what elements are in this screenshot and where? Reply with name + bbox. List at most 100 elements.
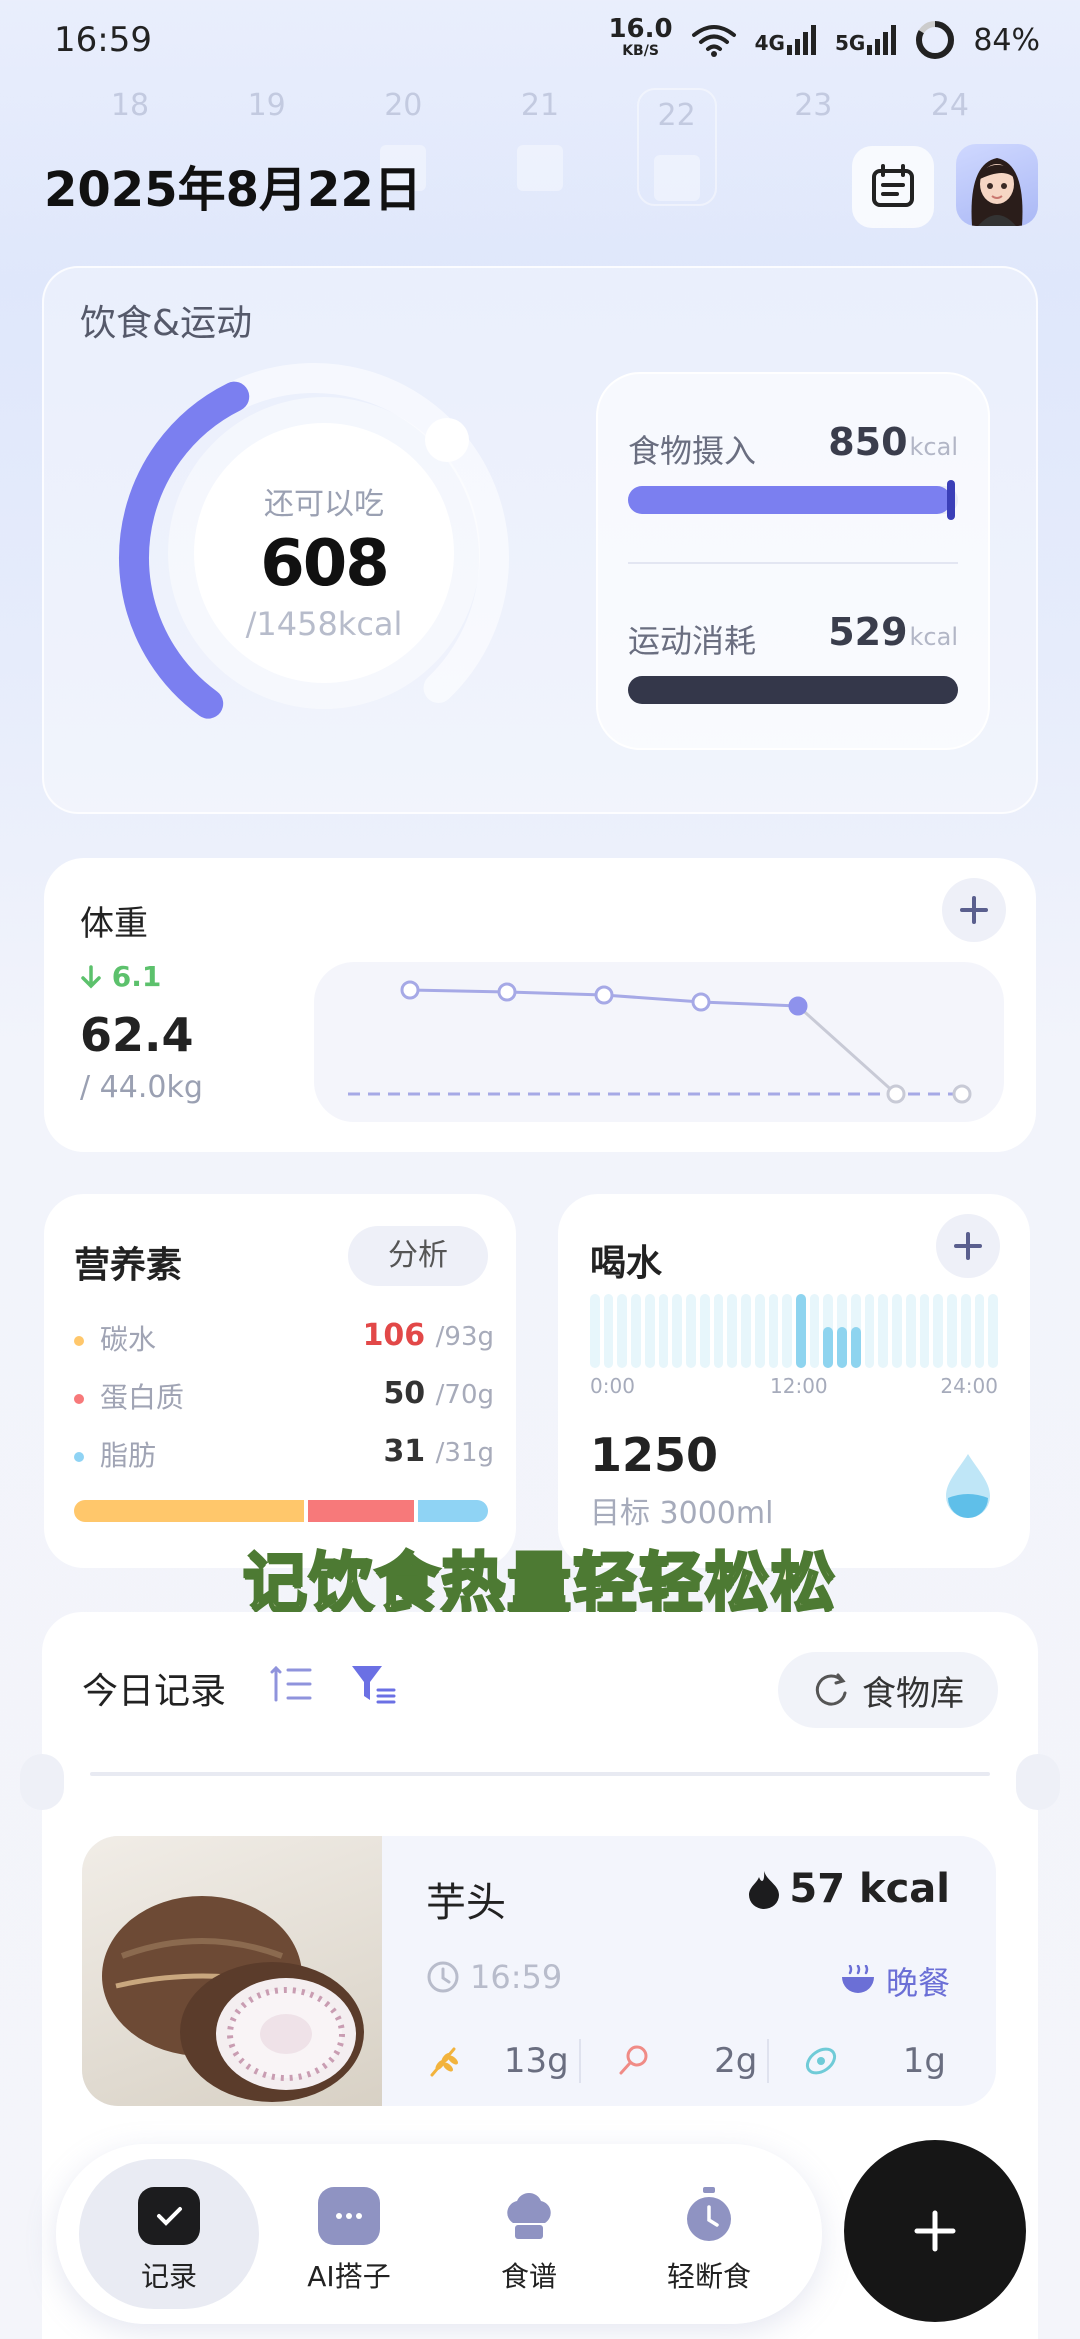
food-image: [82, 1836, 382, 2106]
nutrients-title: 营养素: [74, 1245, 183, 1286]
slogan-caption: 记饮食热量轻轻松松: [242, 1546, 837, 1623]
nutrients-card[interactable]: 营养素 分析 碳水 106 /93g 蛋白质 50 /70g 脂肪 31 /31…: [44, 1194, 516, 1568]
status-bar: 16:59 16.0 KB/S 4G 5G 84%: [0, 0, 1080, 84]
calendar-icon: [872, 164, 914, 207]
add-water-button[interactable]: [936, 1214, 1000, 1278]
nav-recipe[interactable]: 食谱: [439, 2159, 619, 2309]
analyze-button[interactable]: 分析: [348, 1226, 488, 1286]
add-record-button[interactable]: [844, 2140, 1026, 2322]
protein-dot: [74, 1394, 84, 1404]
remaining-value: 608: [260, 527, 390, 601]
nav-ai-label: AI搭子: [307, 2260, 391, 2293]
bowl-icon: [841, 1965, 874, 1993]
water-slot: [754, 1294, 765, 1368]
water-slot: [713, 1294, 724, 1368]
refresh-icon: [815, 1673, 847, 1706]
chef-hat-icon: [498, 2187, 560, 2245]
food-record-item[interactable]: 芋头 57 kcal 16:59 晚餐 13g 2g 1g: [82, 1836, 996, 2106]
nutrient-row-fat: 脂肪 31 /31g: [74, 1434, 494, 1474]
water-slot: [960, 1294, 971, 1368]
water-slot: [782, 1294, 793, 1368]
signal-4g-icon: 4G: [755, 25, 817, 55]
arrow-down-icon: [81, 965, 101, 989]
weight-point: [691, 992, 711, 1012]
food-intake-label: 食物摄入: [628, 432, 757, 470]
flame-icon: [749, 1871, 780, 1909]
weight-point-current: [788, 996, 808, 1016]
exercise-value: 529kcal: [828, 610, 958, 654]
records-title: 今日记录: [82, 1671, 227, 1712]
water-slot: [864, 1294, 875, 1368]
water-slot: [686, 1294, 696, 1368]
stopwatch-icon: [678, 2187, 740, 2245]
wifi-icon: [691, 25, 736, 57]
water-card[interactable]: 喝水 0:00 12:00 24:00 1250 目标 3000ml: [558, 1194, 1030, 1568]
diet-card-title: 饮食&运动: [80, 303, 253, 344]
add-weight-button[interactable]: [942, 878, 1006, 942]
food-calories: 57 kcal: [747, 1866, 950, 1912]
water-slot: [590, 1294, 600, 1368]
water-slot: [603, 1294, 614, 1368]
network-speed: 16.0 KB/S: [608, 14, 673, 59]
week-day[interactable]: 23: [773, 88, 853, 228]
plus-icon: [914, 2210, 956, 2252]
water-slot: [768, 1294, 779, 1368]
food-name: 芋头: [426, 1880, 506, 1926]
weight-target: / 44.0kg: [80, 1070, 203, 1105]
water-goal: 目标 3000ml: [590, 1496, 774, 1531]
meat-icon: [619, 2045, 648, 2075]
water-slot: [672, 1294, 683, 1368]
exercise-label: 运动消耗: [628, 622, 757, 660]
water-slot: [850, 1294, 861, 1368]
diet-exercise-card[interactable]: 饮食&运动 还可以吃 608 /1458kcal 食物摄入 850kcal 运动…: [42, 266, 1038, 814]
weight-current: 62.4: [80, 1008, 194, 1062]
food-macros: 13g 2g 1g: [426, 2036, 956, 2086]
nav-record-label: 记录: [140, 2260, 197, 2293]
food-intake-value: 850kcal: [828, 420, 958, 464]
battery-level: 84%: [973, 22, 1040, 58]
bottom-nav: 记录 AI搭子 食谱 轻断食: [56, 2144, 822, 2324]
filter-icon[interactable]: [350, 1664, 396, 1706]
nav-ai-buddy[interactable]: AI搭子: [259, 2159, 439, 2309]
water-timeline: [590, 1294, 999, 1368]
calendar-check-icon: [138, 2187, 200, 2245]
water-slot: [644, 1294, 655, 1368]
nutrient-row-protein: 蛋白质 50 /70g: [74, 1376, 494, 1416]
food-protein: 2g: [615, 2041, 768, 2081]
avatar[interactable]: [956, 144, 1038, 226]
food-meal: 晚餐: [840, 1958, 950, 2004]
nav-record[interactable]: 记录: [79, 2159, 259, 2309]
status-icons: 16.0 KB/S 4G 5G 84%: [608, 14, 1040, 62]
nav-fasting[interactable]: 轻断食: [619, 2159, 799, 2309]
food-library-button[interactable]: 食物库: [778, 1652, 998, 1728]
nutrient-row-carbs: 碳水 106 /93g: [74, 1318, 494, 1358]
weight-point: [400, 980, 420, 1000]
weight-title: 体重: [80, 904, 148, 944]
intake-exercise-panel[interactable]: 食物摄入 850kcal 运动消耗 529kcal: [596, 372, 990, 750]
food-fat: 1g: [803, 2041, 956, 2081]
signal-5g-icon: 5G: [835, 25, 897, 55]
remaining-label: 还可以吃: [264, 487, 384, 522]
water-slot: [727, 1294, 738, 1368]
weight-card[interactable]: 体重 6.1 62.4 / 44.0kg: [44, 858, 1036, 1152]
water-slot: [919, 1294, 930, 1368]
clock-icon: [427, 1961, 459, 1993]
fat-dot: [74, 1452, 84, 1462]
water-slot: [837, 1294, 847, 1368]
water-slot: [617, 1294, 628, 1368]
week-day-selected[interactable]: 22: [636, 88, 717, 206]
week-day[interactable]: 21: [500, 88, 580, 228]
sort-order-icon[interactable]: [270, 1664, 314, 1704]
battery-icon: [916, 21, 955, 59]
water-slot: [933, 1294, 944, 1368]
water-slot: [974, 1294, 985, 1368]
header-date[interactable]: 2025年8月22日: [44, 150, 422, 220]
water-slot: [905, 1294, 916, 1368]
water-slot: [892, 1294, 902, 1368]
records-divider: [90, 1772, 990, 1776]
food-intake-row: 食物摄入 850kcal: [628, 374, 958, 562]
calendar-button[interactable]: [852, 146, 934, 228]
water-slot: [947, 1294, 957, 1368]
water-slot: [878, 1294, 889, 1368]
plus-icon: [954, 1232, 982, 1260]
